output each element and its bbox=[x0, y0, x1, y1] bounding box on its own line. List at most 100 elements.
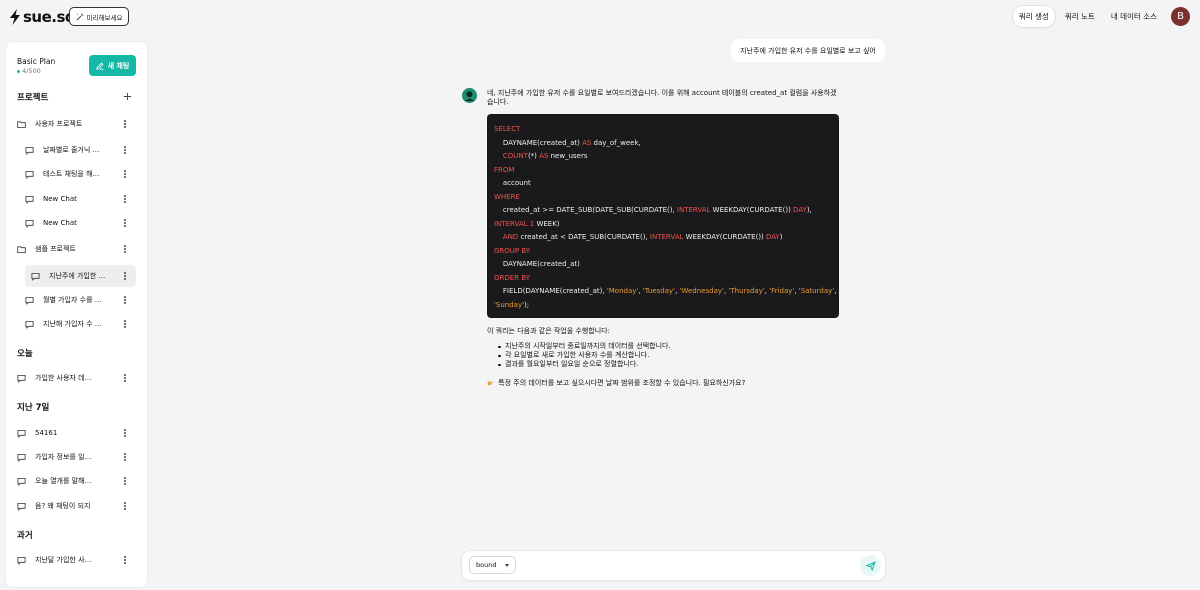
more-vertical-icon[interactable] bbox=[124, 374, 127, 382]
code-token: ), bbox=[806, 206, 812, 214]
more-vertical-icon[interactable] bbox=[124, 429, 127, 437]
list-item: 각 요일별로 새로 가입한 사용자 수를 계산합니다. bbox=[497, 351, 671, 360]
chat-bubble-icon bbox=[31, 272, 40, 281]
data-source-select[interactable]: bound bbox=[469, 556, 516, 574]
chat-item[interactable]: 테스트 채팅을 해... bbox=[25, 163, 136, 185]
plan-usage-count: 4/500 bbox=[22, 67, 41, 75]
chat-bubble-icon bbox=[25, 296, 34, 305]
chat-bubble-icon bbox=[25, 170, 34, 179]
code-line: FROM bbox=[494, 164, 832, 178]
item-label: 가입한 사용자 데이... bbox=[35, 374, 97, 382]
code-token: AND bbox=[502, 233, 519, 241]
more-vertical-icon[interactable] bbox=[124, 296, 127, 304]
code-token: new_users bbox=[548, 152, 588, 160]
code-token: (*) bbox=[527, 152, 540, 160]
code-token: 'Friday' bbox=[769, 287, 795, 295]
more-vertical-icon[interactable] bbox=[124, 120, 127, 128]
plus-icon[interactable] bbox=[123, 92, 132, 101]
chat-bubble-icon bbox=[17, 556, 26, 565]
chat-item[interactable]: 54161 bbox=[17, 422, 136, 444]
code-token: AS bbox=[539, 152, 549, 160]
nav-query-notes[interactable]: 쿼리 노트 bbox=[1059, 6, 1101, 27]
assistant-intro: 네, 지난주에 가입한 유저 수를 요일별로 보여드리겠습니다. 이를 위해 a… bbox=[487, 89, 837, 106]
code-line: DAYNAME(created_at) AS day_of_week, bbox=[494, 137, 832, 151]
chat-item[interactable]: 가입한 사용자 데이... bbox=[17, 367, 136, 389]
chat-item[interactable]: 지난주에 가입한 ... bbox=[25, 265, 136, 287]
chat-input-bar[interactable]: bound bbox=[462, 551, 885, 580]
code-token: FIELD(DAYNAME(created_at), bbox=[494, 287, 607, 295]
more-vertical-icon[interactable] bbox=[124, 502, 127, 510]
more-vertical-icon[interactable] bbox=[124, 272, 127, 280]
item-label: 지난해 가입자 수 ... bbox=[43, 320, 102, 328]
chat-bubble-icon bbox=[17, 477, 26, 486]
code-token: DAYNAME(created_at) bbox=[494, 260, 580, 268]
item-label: 지난주에 가입한 ... bbox=[49, 272, 106, 280]
chat-item[interactable]: 가입자 정보를 일자... bbox=[17, 446, 136, 468]
send-button[interactable] bbox=[860, 555, 881, 576]
tip-text: 특정 주의 데이터를 보고 싶으시다면 날짜 범위를 조정할 수 있습니다. 필… bbox=[498, 379, 746, 387]
nav-query-generate[interactable]: 쿼리 생성 bbox=[1012, 6, 1055, 27]
chat-bubble-icon bbox=[25, 219, 34, 228]
code-token: created_at >= DATE_SUB(DATE_SUB(CURDATE(… bbox=[494, 206, 677, 214]
project-folder[interactable]: 사용자 프로젝트 bbox=[17, 113, 136, 135]
chat-bubble-icon bbox=[17, 453, 26, 462]
chat-item[interactable]: 음? 왜 채팅이 되지 bbox=[17, 495, 136, 517]
chat-item[interactable]: New Chat bbox=[25, 188, 136, 210]
more-vertical-icon[interactable] bbox=[124, 453, 127, 461]
chat-bubble-icon bbox=[25, 195, 34, 204]
code-token: DAY bbox=[793, 206, 807, 214]
item-label: 월별 가입자 수를 ... bbox=[43, 296, 102, 304]
more-vertical-icon[interactable] bbox=[124, 556, 127, 564]
try-it-button[interactable]: 미리해보세요 bbox=[69, 7, 129, 26]
item-label: New Chat bbox=[43, 195, 77, 203]
chevron-down-icon bbox=[505, 564, 509, 567]
more-vertical-icon[interactable] bbox=[124, 146, 127, 154]
more-vertical-icon[interactable] bbox=[124, 170, 127, 178]
user-avatar[interactable]: B bbox=[1171, 7, 1190, 26]
chat-item[interactable]: 날짜별로 줄거닉 ... bbox=[25, 139, 136, 161]
item-label: 54161 bbox=[35, 429, 58, 437]
code-token: ); bbox=[524, 300, 530, 309]
code-token: account bbox=[494, 179, 531, 187]
chat-item[interactable]: 지난해 가입자 수 ... bbox=[25, 313, 136, 335]
data-source-value: bound bbox=[476, 561, 497, 569]
more-vertical-icon[interactable] bbox=[124, 320, 127, 328]
code-line: SELECT bbox=[494, 123, 832, 137]
more-vertical-icon[interactable] bbox=[124, 219, 127, 227]
code-token: AS bbox=[582, 138, 592, 147]
chat-bubble-icon bbox=[25, 146, 34, 155]
sql-code-block[interactable]: SELECT DAYNAME(created_at) AS day_of_wee… bbox=[487, 114, 839, 318]
plan-usage: 4/500 bbox=[17, 67, 41, 75]
code-token: 'Thursday' bbox=[728, 287, 765, 295]
list-item: 지난주의 시작일부터 종료일까지의 데이터를 선택합니다. bbox=[497, 342, 671, 351]
assistant-avatar-icon bbox=[462, 88, 477, 103]
chat-bubble-icon bbox=[25, 320, 34, 329]
code-token: WEEK) bbox=[534, 219, 560, 228]
project-folder[interactable]: 샘플 프로젝트 bbox=[17, 238, 136, 260]
more-vertical-icon[interactable] bbox=[124, 477, 127, 485]
code-token: INTERVAL bbox=[649, 233, 684, 241]
plan-name: Basic Plan bbox=[17, 57, 56, 66]
new-chat-label: 새 채팅 bbox=[107, 61, 130, 70]
code-line: AND created_at < DATE_SUB(CURDATE(), INT… bbox=[494, 231, 832, 245]
chat-item[interactable]: 오늘 열개를 말해보자 bbox=[17, 470, 136, 492]
code-token: 'Wednesday' bbox=[679, 287, 724, 295]
more-vertical-icon[interactable] bbox=[124, 195, 127, 203]
code-line: 'Sunday'); bbox=[494, 299, 832, 313]
code-token: 'Sunday' bbox=[494, 300, 525, 309]
chat-item[interactable]: 월별 가입자 수를 ... bbox=[25, 289, 136, 311]
chat-bubble-icon bbox=[17, 502, 26, 511]
chat-item[interactable]: New Chat bbox=[25, 212, 136, 234]
code-token: day_of_week, bbox=[591, 138, 641, 147]
item-label: 음? 왜 채팅이 되지 bbox=[35, 502, 91, 510]
code-token: 'Tuesday' bbox=[642, 287, 676, 295]
assistant-explanation: 이 쿼리는 다음과 같은 작업을 수행합니다: bbox=[487, 327, 610, 335]
more-vertical-icon[interactable] bbox=[124, 245, 127, 253]
section-last-7-days: 지난 7일 bbox=[17, 403, 50, 413]
chat-item[interactable]: 지난달 가입한 사람 수 bbox=[17, 549, 136, 571]
nav-data-sources[interactable]: 내 데이터 소스 bbox=[1105, 6, 1163, 27]
code-line: account bbox=[494, 177, 832, 191]
new-chat-button[interactable]: 새 채팅 bbox=[89, 55, 136, 76]
code-token: WEEKDAY(CURDATE()) bbox=[710, 206, 794, 214]
section-today: 오늘 bbox=[17, 349, 33, 359]
